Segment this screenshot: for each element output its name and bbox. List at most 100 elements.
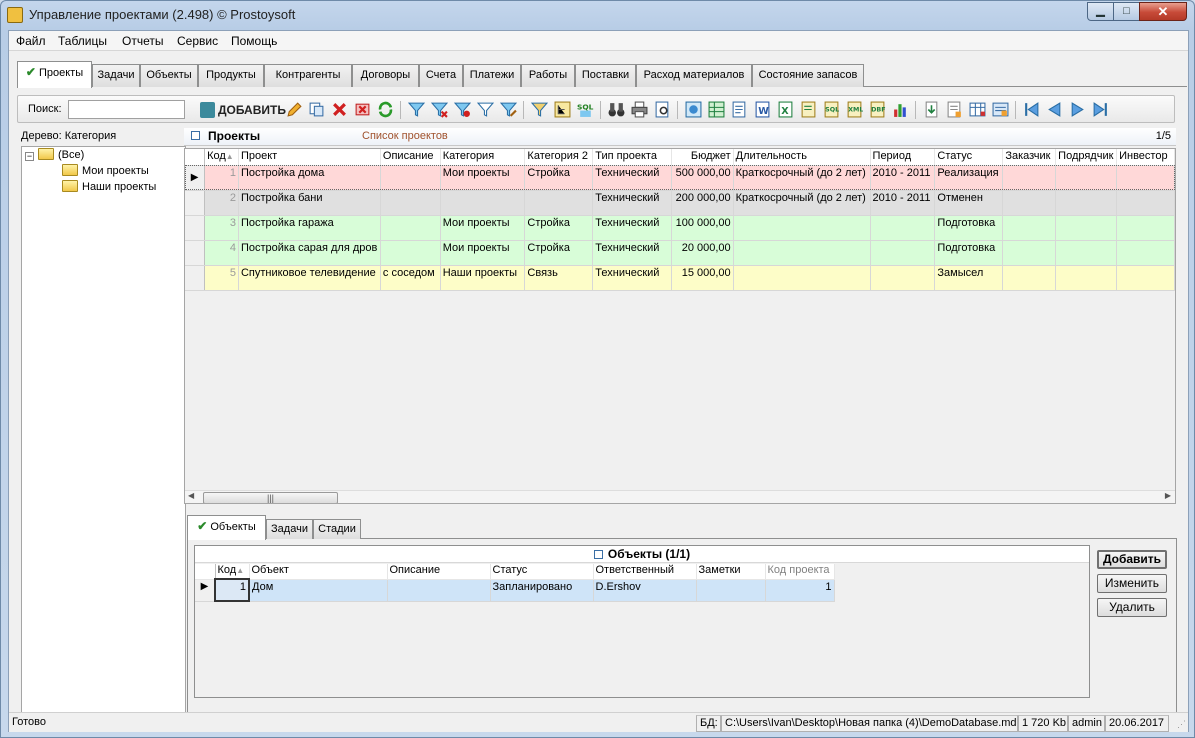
cell-project[interactable]: Спутниковое телевидение xyxy=(238,265,381,291)
table-row[interactable]: 4 Постройка сарая для дров Мои проекты Стро… xyxy=(185,240,1175,266)
cell-empty[interactable] xyxy=(1055,165,1118,191)
cell-empty[interactable] xyxy=(1002,240,1057,266)
tab-objects-detail[interactable]: ✔ Объекты xyxy=(187,515,266,540)
cell-status[interactable]: Замысел xyxy=(934,265,1004,291)
cell-description[interactable] xyxy=(380,165,441,191)
horizontal-scrollbar[interactable]: ◀ ||| ▶ xyxy=(185,490,1175,503)
refresh-icon[interactable] xyxy=(377,101,394,118)
cell-description[interactable] xyxy=(380,215,441,241)
export-sql-icon[interactable]: SQL xyxy=(823,101,840,118)
column-header[interactable]: Категория 2 xyxy=(524,149,594,166)
prev-record-icon[interactable] xyxy=(1046,101,1063,118)
export-dbf-icon[interactable]: DBF xyxy=(869,101,886,118)
cell-object[interactable]: Дом xyxy=(249,579,388,602)
cell-category[interactable] xyxy=(440,190,526,216)
cell-description[interactable]: с соседом xyxy=(380,265,441,291)
column-header[interactable]: Категория xyxy=(440,149,526,166)
table-row[interactable]: 3 Постройка гаража Мои проекты Стройка Техни… xyxy=(185,215,1175,241)
sql-icon[interactable]: SQL xyxy=(577,101,594,118)
export-table-icon[interactable] xyxy=(708,101,725,118)
cell-category2[interactable] xyxy=(524,190,594,216)
export-excel-icon[interactable]: X xyxy=(777,101,794,118)
cell-empty[interactable] xyxy=(1116,215,1175,241)
cell-id[interactable]: 2 xyxy=(204,190,239,216)
cell-description[interactable] xyxy=(387,579,491,602)
column-header[interactable]: Объект xyxy=(249,564,388,580)
cell-project[interactable]: Постройка дома xyxy=(238,165,381,191)
print-preview-icon[interactable] xyxy=(654,101,671,118)
column-header[interactable]: Период xyxy=(870,149,936,166)
print-icon[interactable] xyxy=(631,101,648,118)
close-button[interactable]: ✕ xyxy=(1139,2,1187,21)
column-header[interactable]: Подрядчик xyxy=(1055,149,1118,166)
column-header[interactable]: Заказчик xyxy=(1002,149,1057,166)
maximize-button[interactable]: □ xyxy=(1113,2,1140,21)
cell-budget[interactable]: 200 000,00 xyxy=(671,190,734,216)
cell-empty[interactable] xyxy=(1116,265,1175,291)
filter-clear-icon[interactable] xyxy=(454,101,471,118)
menu-service[interactable]: Сервис xyxy=(177,34,218,48)
cell-project[interactable]: Постройка гаража xyxy=(238,215,381,241)
filter-edit-icon[interactable] xyxy=(500,101,517,118)
cell-period[interactable] xyxy=(870,215,936,241)
tab-tasks-detail[interactable]: Задачи xyxy=(266,519,313,539)
cell-id[interactable]: 3 xyxy=(204,215,239,241)
add-button[interactable]: ДОБАВИТЬ xyxy=(198,99,286,121)
column-header[interactable]: Описание xyxy=(387,564,491,580)
first-record-icon[interactable] xyxy=(1023,101,1040,118)
tree-item-our-projects[interactable]: Наши проекты xyxy=(62,180,156,193)
search-input[interactable] xyxy=(68,100,185,119)
copy-icon[interactable] xyxy=(308,101,325,118)
cell-duration[interactable] xyxy=(733,215,871,241)
delete-icon[interactable] xyxy=(331,101,348,118)
report-icon[interactable] xyxy=(946,101,963,118)
export-xml-icon[interactable]: XML xyxy=(846,101,863,118)
cell-budget[interactable]: 15 000,00 xyxy=(671,265,734,291)
cell-period[interactable] xyxy=(870,265,936,291)
next-record-icon[interactable] xyxy=(1069,101,1086,118)
cell-empty[interactable] xyxy=(1055,215,1118,241)
scroll-right-icon[interactable]: ▶ xyxy=(1165,491,1171,500)
cell-project[interactable]: Постройка бани xyxy=(238,190,381,216)
column-header[interactable]: Тип проекта xyxy=(592,149,672,166)
cell-empty[interactable] xyxy=(1055,190,1118,216)
chart-icon[interactable] xyxy=(892,101,909,118)
cell-type[interactable]: Технический xyxy=(592,240,672,266)
last-record-icon[interactable] xyxy=(1092,101,1109,118)
tab-material-consumption[interactable]: Расход материалов xyxy=(636,64,752,87)
cell-period[interactable] xyxy=(870,240,936,266)
table-row[interactable]: 2 Постройка бани Технический 200 000,00 Крат… xyxy=(185,190,1175,216)
table-row[interactable]: ▶ 1 Дом Запланировано D.Ershov 1 xyxy=(195,578,835,602)
tab-projects[interactable]: ✔ Проекты xyxy=(17,61,92,88)
cell-category[interactable]: Мои проекты xyxy=(440,240,526,266)
cell-id[interactable]: 1 xyxy=(204,165,239,191)
resize-grip-icon[interactable]: ⋰ xyxy=(1177,719,1186,730)
column-header[interactable]: Проект xyxy=(238,149,381,166)
cell-category2[interactable]: Стройка xyxy=(524,165,594,191)
cell-empty[interactable] xyxy=(1002,215,1057,241)
cell-empty[interactable] xyxy=(1116,240,1175,266)
cell-type[interactable]: Технический xyxy=(592,215,672,241)
cell-duration[interactable]: Краткосрочный (до 2 лет) xyxy=(733,190,871,216)
column-header[interactable]: Код▲ xyxy=(215,564,250,580)
cell-id[interactable]: 1 xyxy=(214,578,250,602)
tree-filter-icon[interactable] xyxy=(554,101,571,118)
column-header[interactable]: Длительность xyxy=(733,149,871,166)
settings-icon[interactable] xyxy=(992,101,1009,118)
delete-object-button[interactable]: Удалить xyxy=(1097,598,1167,617)
tree-root[interactable]: (Все) xyxy=(38,148,84,161)
cell-empty[interactable] xyxy=(1055,265,1118,291)
cell-category2[interactable]: Стройка xyxy=(524,215,594,241)
tab-counterparties[interactable]: Контрагенты xyxy=(264,64,352,87)
cell-project[interactable]: Постройка сарая для дров xyxy=(238,240,381,266)
filter-remove-icon[interactable] xyxy=(431,101,448,118)
tab-stages-detail[interactable]: Стадии xyxy=(313,519,361,539)
export-word-icon[interactable]: W xyxy=(754,101,771,118)
cell-empty[interactable] xyxy=(1116,190,1175,216)
cell-category[interactable]: Наши проекты xyxy=(440,265,526,291)
column-header[interactable]: Код▲ xyxy=(204,149,239,166)
filter-icon[interactable] xyxy=(408,101,425,118)
column-header[interactable]: Заметки xyxy=(696,564,766,580)
add-object-button[interactable]: Добавить xyxy=(1097,550,1167,569)
cell-id[interactable]: 4 xyxy=(204,240,239,266)
